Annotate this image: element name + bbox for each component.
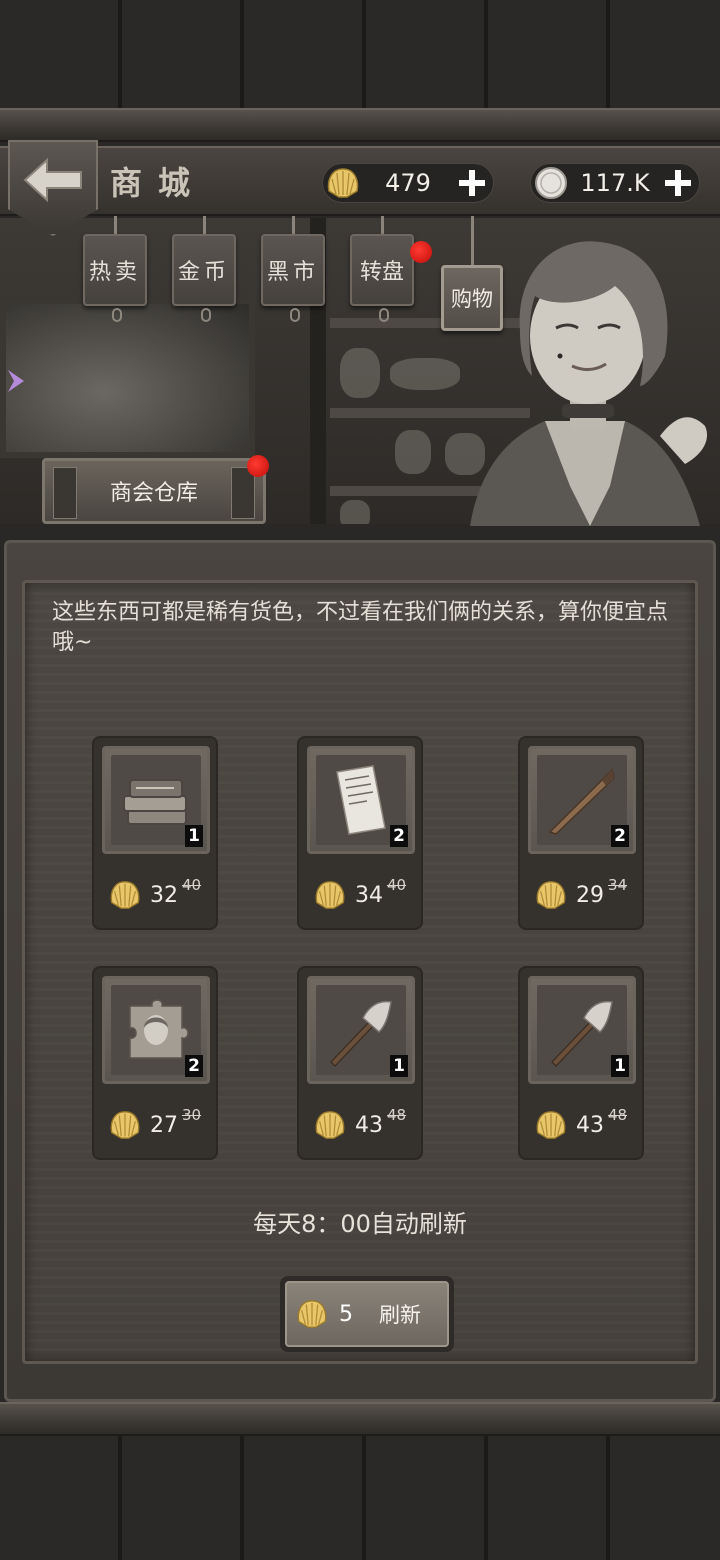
top-beam [0,108,720,142]
item-card[interactable]: 2 27 30 [92,966,218,1160]
item-frame: 1 [307,976,415,1084]
jar [340,500,370,524]
item-price: 34 [355,882,383,908]
item-frame: 2 [102,976,210,1084]
hook-icon [290,308,300,322]
refresh-cost: 5 [339,1301,353,1327]
item-price: 27 [150,1112,178,1138]
item-card[interactable]: 1 32 40 [92,736,218,930]
item-card[interactable]: 1 43 48 [297,966,423,1160]
item-price: 43 [355,1112,383,1138]
tab-hot-sale[interactable]: 热卖 [83,234,147,322]
sign-chain [203,216,206,236]
item-quantity: 1 [390,1055,408,1077]
price-row: 27 30 [108,1106,202,1142]
refresh-label: 刷新 [379,1303,421,1327]
back-arrow-icon [23,157,82,203]
page-title: 商城 [110,164,207,202]
refresh-button[interactable]: 5 刷新 [280,1276,454,1352]
sign-chain [471,216,474,266]
notification-badge [410,241,432,263]
item-old-price: 48 [608,1106,628,1124]
item-price: 29 [576,882,604,908]
item-old-price: 34 [608,876,628,894]
refresh-note: 每天8：00自动刷新 [253,1210,467,1238]
shop-window [0,298,255,458]
item-frame: 1 [102,746,210,854]
shell-icon [110,881,140,909]
add-coins-button[interactable] [661,166,695,200]
item-quantity: 2 [185,1055,203,1077]
hook-icon [379,308,389,322]
sign-chain [114,216,117,236]
side-arrow-icon[interactable] [6,368,26,394]
tab-wheel[interactable]: 转盘 [350,234,414,322]
tab-black-market[interactable]: 黑市 [261,234,325,322]
notification-badge [247,455,269,477]
item-quantity: 1 [611,1055,629,1077]
jar [395,430,431,474]
tab-gold[interactable]: 金币 [172,234,236,322]
wood-planks-top [0,0,720,112]
shell-amount: 479 [385,169,431,197]
plus-icon [459,170,485,196]
coin-currency: 117.K [530,163,700,203]
shell-icon [297,1300,327,1328]
item-frame: 2 [528,746,636,854]
hook-icon [201,308,211,322]
item-quantity: 2 [390,825,408,847]
tab-label: 购物 [451,287,493,311]
wood-planks-bottom [0,1420,720,1560]
item-frame: 1 [528,976,636,1084]
tab-label: 金币 [177,260,230,285]
shell-icon [327,168,359,198]
item-quantity: 2 [611,825,629,847]
plus-icon [665,170,691,196]
coin-icon [535,167,567,199]
item-card[interactable]: 1 43 48 [518,966,644,1160]
price-row: 43 48 [313,1106,407,1142]
item-card[interactable]: 2 34 40 [297,736,423,930]
item-old-price: 40 [182,876,202,894]
hook-icon [112,308,122,322]
sign-chain [381,216,384,236]
jar [340,348,380,398]
item-frame: 2 [307,746,415,854]
item-old-price: 48 [387,1106,407,1124]
item-old-price: 30 [182,1106,202,1124]
price-row: 34 40 [313,876,407,912]
item-price: 32 [150,882,178,908]
shell-icon [536,881,566,909]
bottom-beam [0,1402,720,1436]
tab-label: 热卖 [88,260,141,285]
item-quantity: 1 [185,825,203,847]
shell-icon [315,881,345,909]
sign-chain [292,216,295,236]
tab-label: 黑市 [266,260,319,285]
coin-amount: 117.K [580,169,650,197]
shell-icon [110,1111,140,1139]
item-price: 43 [576,1112,604,1138]
tab-label: 转盘 [359,260,404,285]
warehouse-label: 商会仓库 [109,481,198,506]
warehouse-button[interactable]: 商会仓库 [42,458,266,524]
price-row: 32 40 [108,876,202,912]
price-row: 43 48 [534,1106,628,1142]
item-old-price: 40 [387,876,407,894]
shell-currency: 479 [322,163,494,203]
tab-shopping[interactable]: 购物 [441,265,503,331]
shell-icon [315,1111,345,1139]
add-shells-button[interactable] [455,166,489,200]
shopkeeper-dialogue: 这些东西可都是稀有货色，不过看在我们俩的关系，算你便宜点哦~ [52,600,669,655]
shell-icon [536,1111,566,1139]
item-card[interactable]: 2 29 34 [518,736,644,930]
price-row: 29 34 [534,876,628,912]
